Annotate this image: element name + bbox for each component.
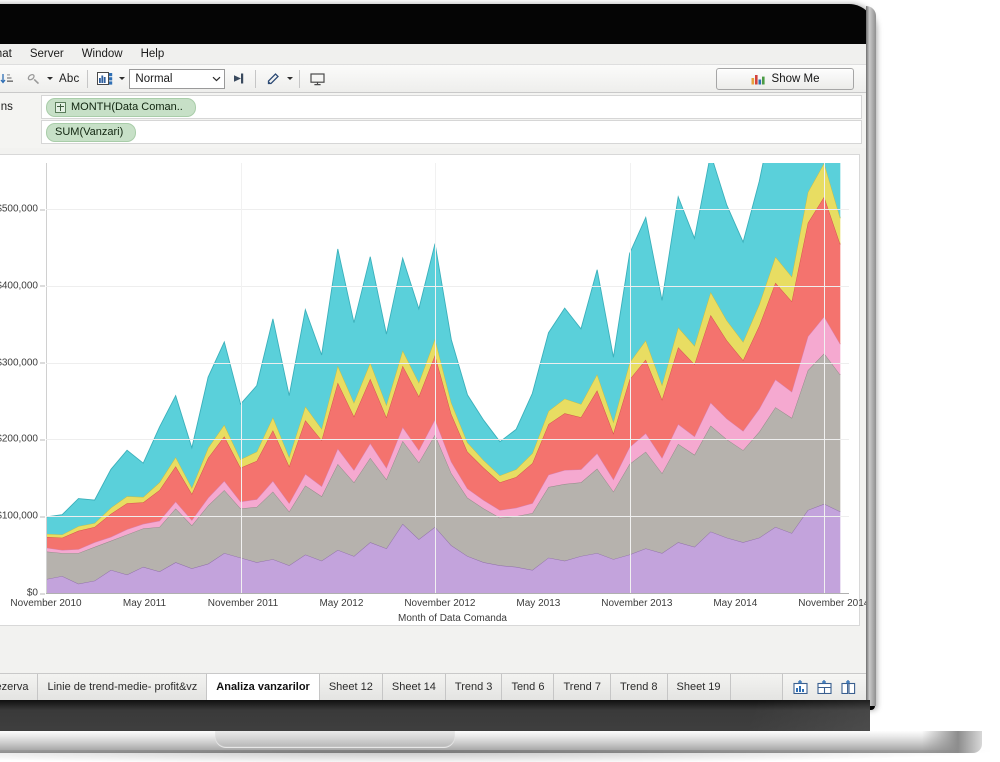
show-me-label: Show Me bbox=[771, 73, 820, 85]
x-axis-tick-label: November 2013 bbox=[601, 598, 673, 609]
x-axis-tick-label: November 2012 bbox=[404, 598, 476, 609]
pill-sum-vanzari[interactable]: SUM(Vanzari) bbox=[46, 122, 137, 142]
menu-window[interactable]: Window bbox=[73, 46, 132, 62]
horizontal-gridline bbox=[46, 362, 849, 364]
vertical-gridline bbox=[629, 163, 631, 593]
show-me-button[interactable]: Show Me bbox=[716, 68, 854, 90]
vertical-gridline bbox=[435, 163, 437, 593]
worksheet-tab[interactable]: Trend 8 bbox=[610, 674, 668, 700]
menu-bar: oFormatServerWindowHelp bbox=[0, 44, 866, 65]
x-axis-title: Month of Data Comanda bbox=[398, 613, 507, 624]
menu-server[interactable]: Server bbox=[21, 46, 73, 62]
show-me-bars-icon bbox=[751, 73, 766, 85]
worksheet-tab-bar[interactable]: harta vz-rezervaLinie de trend-medie- pr… bbox=[0, 673, 866, 700]
shelves-zone: Columns MONTH(Data Coman.. Rows bbox=[0, 93, 866, 148]
y-axis-tick-label: $0 bbox=[26, 587, 46, 599]
highlight-dropdown-caret-icon[interactable] bbox=[47, 77, 53, 80]
laptop-hinge-notch bbox=[215, 731, 455, 748]
menu-help[interactable]: Help bbox=[132, 46, 174, 62]
pill-label: MONTH(Data Coman.. bbox=[71, 101, 183, 113]
toolbar: Abc Normal Show Me bbox=[0, 65, 866, 93]
laptop-bezel-right-edge bbox=[866, 6, 876, 706]
horizontal-gridline bbox=[46, 285, 849, 287]
marks-type-dropdown-caret-icon[interactable] bbox=[119, 77, 126, 80]
rows-shelf-label-group: Rows bbox=[0, 126, 41, 138]
x-axis-tick-label: May 2014 bbox=[713, 598, 758, 609]
columns-shelf[interactable]: Columns MONTH(Data Coman.. bbox=[0, 95, 862, 119]
plot-area[interactable] bbox=[46, 163, 849, 593]
fit-dropdown-value: Normal bbox=[135, 72, 173, 85]
sort-descending-icon[interactable] bbox=[0, 67, 19, 90]
tab-bar-new-buttons bbox=[783, 674, 866, 700]
new-dashboard-icon[interactable] bbox=[817, 680, 832, 694]
toolbar-separator-3 bbox=[299, 69, 301, 88]
worksheet-tab[interactable]: Sheet 19 bbox=[667, 674, 731, 700]
y-axis-tick-label: $500,000 bbox=[0, 204, 45, 215]
x-axis[interactable]: November 2010 May 2011 November 2011 May 20… bbox=[10, 595, 866, 629]
y-axis[interactable]: Vanzari $0$100,000$200,000$300,000$400,0… bbox=[0, 155, 46, 599]
presentation-mode-icon[interactable] bbox=[305, 67, 329, 90]
vertical-gridline bbox=[240, 163, 242, 593]
vertical-gridline bbox=[824, 163, 826, 593]
fit-dropdown[interactable]: Normal bbox=[129, 68, 226, 89]
menu-format[interactable]: Format bbox=[0, 46, 21, 62]
worksheet-tab[interactable]: Sheet 14 bbox=[382, 674, 446, 700]
toolbar-separator bbox=[87, 69, 89, 88]
show-mark-labels-button[interactable]: Abc bbox=[55, 73, 83, 85]
tab-bar-spacer bbox=[730, 674, 783, 700]
columns-label: Columns bbox=[0, 101, 13, 113]
toolbar-separator-2 bbox=[255, 69, 257, 88]
worksheet-tab[interactable]: harta vz-rezerva bbox=[0, 674, 39, 700]
y-axis-tick-label: $100,000 bbox=[0, 511, 45, 522]
pill-label: SUM(Vanzari) bbox=[55, 126, 124, 138]
worksheet-tab[interactable]: Trend 3 bbox=[445, 674, 503, 700]
new-story-icon[interactable] bbox=[841, 680, 856, 694]
y-axis-tick-label: $200,000 bbox=[0, 434, 45, 445]
worksheet-tab[interactable]: Trend 7 bbox=[554, 674, 611, 700]
columns-shelf-label-group: Columns bbox=[0, 101, 41, 113]
stacked-area-chart[interactable] bbox=[46, 163, 849, 593]
columns-shelf-dropzone[interactable]: MONTH(Data Coman.. bbox=[41, 95, 862, 119]
worksheet-tab[interactable]: Tend 6 bbox=[502, 674, 555, 700]
rows-shelf-dropzone[interactable]: SUM(Vanzari) bbox=[41, 120, 862, 144]
horizontal-gridline bbox=[46, 516, 849, 518]
x-axis-tick-label: May 2013 bbox=[516, 598, 561, 609]
x-axis-tick-label: November 2010 bbox=[10, 598, 82, 609]
chevron-down-icon bbox=[212, 76, 221, 82]
worksheet-tab[interactable]: Sheet 12 bbox=[319, 674, 383, 700]
chart-type-icon[interactable] bbox=[93, 67, 117, 90]
x-axis-tick-label: May 2012 bbox=[319, 598, 364, 609]
y-axis-tick-label: $400,000 bbox=[0, 280, 45, 291]
y-axis-tick-label: $300,000 bbox=[0, 357, 45, 368]
plot-left-border bbox=[46, 163, 47, 593]
worksheet-view[interactable]: Vanzari $0$100,000$200,000$300,000$400,0… bbox=[0, 154, 866, 629]
screenshot-stage: oFormatServerWindowHelp bbox=[0, 0, 1000, 762]
worksheet-tab[interactable]: Analiza vanzarilor bbox=[207, 674, 320, 700]
pin-fix-axes-icon[interactable] bbox=[226, 67, 250, 90]
laptop-lower-bezel bbox=[0, 700, 870, 734]
x-axis-line bbox=[46, 593, 849, 594]
highlighter-icon[interactable] bbox=[261, 67, 285, 90]
workspace: Vanzari $0$100,000$200,000$300,000$400,0… bbox=[0, 148, 866, 626]
horizontal-gridline bbox=[46, 439, 849, 441]
pill-month-data-comanda[interactable]: MONTH(Data Coman.. bbox=[46, 97, 196, 117]
highlighter-dropdown-caret-icon[interactable] bbox=[287, 77, 294, 80]
worksheet-tab[interactable]: Linie de trend-medie- profit&vz bbox=[38, 674, 208, 700]
tableau-application-window: oFormatServerWindowHelp bbox=[0, 44, 866, 700]
x-axis-tick-label: November 2014 bbox=[798, 598, 866, 609]
new-worksheet-icon[interactable] bbox=[793, 680, 808, 694]
laptop-shadow bbox=[0, 750, 990, 762]
x-axis-tick-label: May 2011 bbox=[122, 598, 167, 609]
horizontal-gridline bbox=[46, 209, 849, 211]
expand-plus-icon[interactable] bbox=[55, 101, 66, 113]
x-axis-tick-label: November 2011 bbox=[207, 598, 279, 609]
rows-shelf[interactable]: Rows SUM(Vanzari) bbox=[0, 120, 862, 144]
highlight-paintbrush-icon[interactable] bbox=[21, 67, 45, 90]
